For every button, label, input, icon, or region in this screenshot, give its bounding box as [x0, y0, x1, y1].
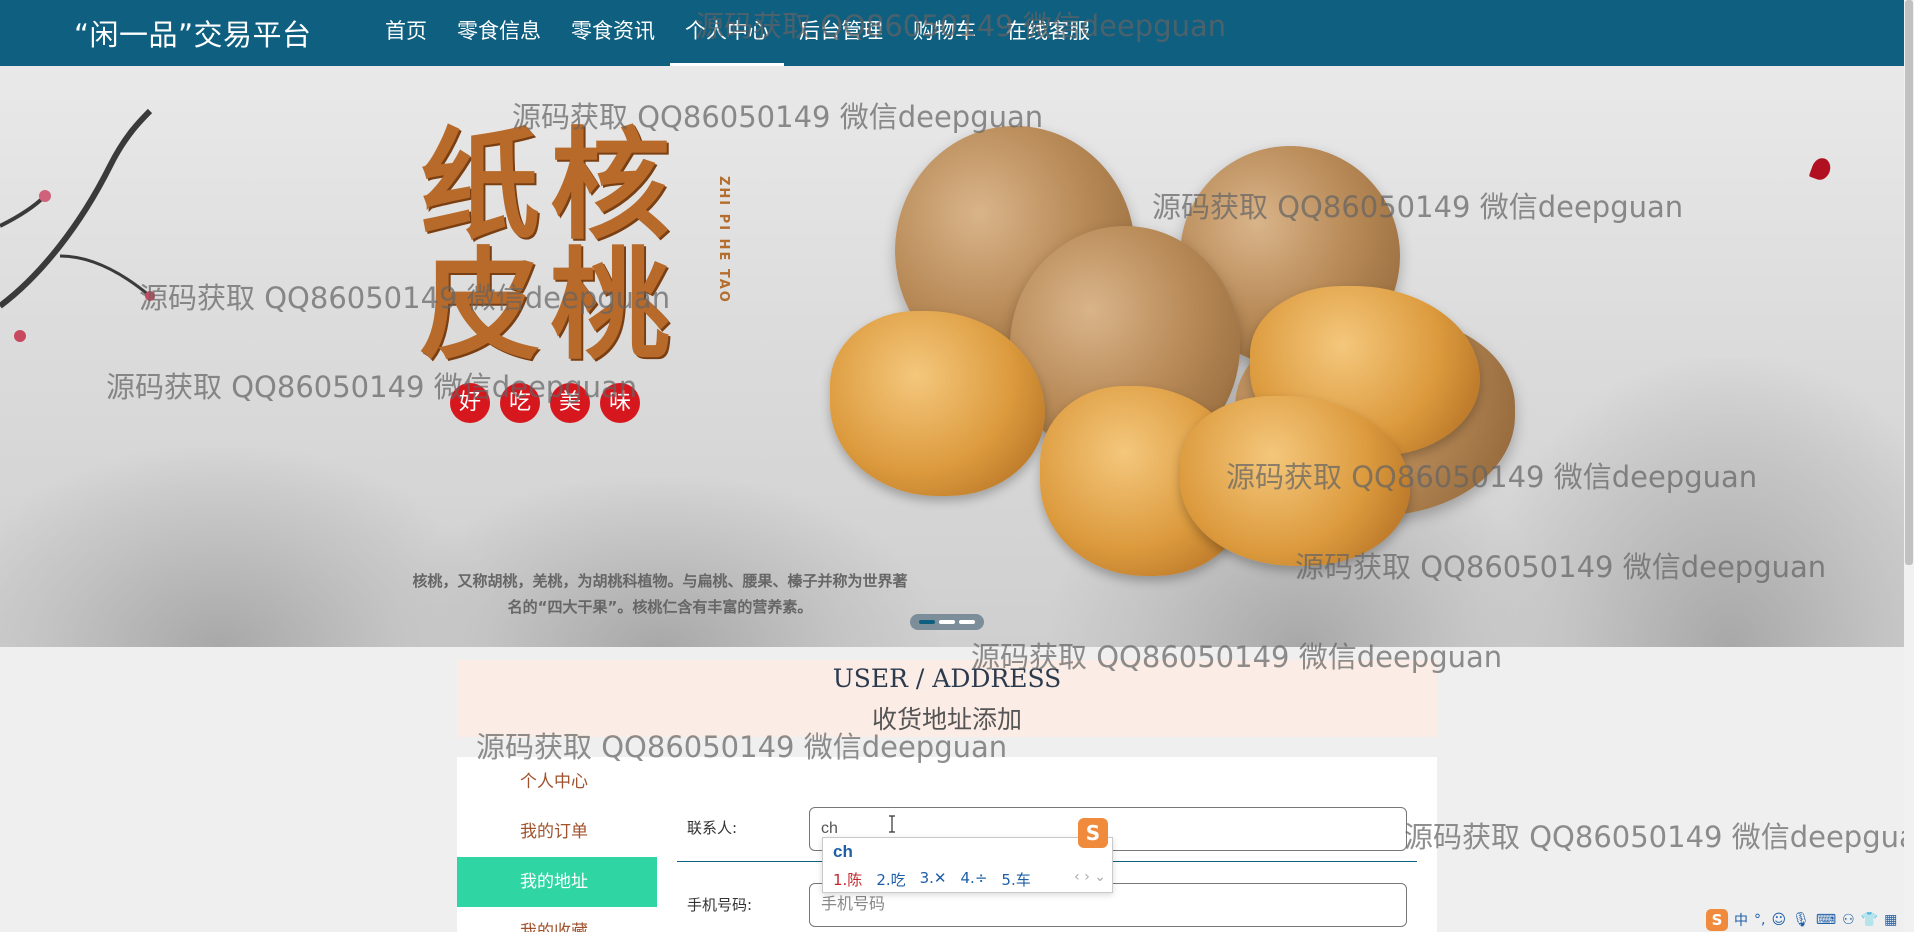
nav-home[interactable]: 首页: [370, 0, 442, 66]
section-title-cn: 收货地址添加: [871, 705, 1022, 734]
sidebar-item-my-address[interactable]: 我的地址: [457, 857, 657, 907]
taste-badge: 好: [450, 383, 490, 423]
punctuation-icon[interactable]: °,: [1754, 912, 1765, 928]
title-char: 皮: [420, 235, 540, 376]
carousel-dot[interactable]: [959, 620, 975, 624]
ime-candidate[interactable]: 4.÷: [961, 869, 988, 890]
microphone-icon[interactable]: 🎙: [1792, 912, 1810, 928]
contact-label: 联系人:: [687, 819, 738, 837]
plum-branch-illustration: [0, 108, 155, 342]
nav-admin[interactable]: 后台管理: [784, 0, 898, 66]
nav-online-service[interactable]: 在线客服: [991, 0, 1105, 66]
sidebar-item-my-favorites[interactable]: 我的收藏: [457, 907, 657, 932]
ime-pinyin-text: ch: [833, 842, 853, 861]
toolbox-icon[interactable]: ▦: [1884, 912, 1897, 928]
skin-icon[interactable]: 👕: [1861, 912, 1878, 928]
top-header: “闲一品”交易平台 首页 零食信息 零食资讯 个人中心 后台管理 购物车 在线客…: [0, 0, 1904, 66]
nav-snack-info[interactable]: 零食信息: [442, 0, 556, 66]
banner-pinyin-text: ZHI PI HE TAO: [716, 176, 731, 304]
user-icon[interactable]: ⚇: [1842, 912, 1855, 928]
taste-badge: 美: [550, 383, 590, 423]
page-scrollbar[interactable]: [1904, 0, 1914, 932]
ime-page-arrows-icon[interactable]: ‹ › ⌄: [1074, 869, 1106, 885]
hero-banner[interactable]: 纸 核 皮 桃 ZHI PI HE TAO 好 吃 美 味 核桃，又称胡桃，羌桃…: [0, 66, 1904, 647]
ime-status-bar: S 中 °, ☺ 🎙 ⌨ ⚇ 👕 ▦: [1706, 908, 1902, 932]
title-char: 核: [550, 115, 670, 256]
taste-badge: 吃: [500, 383, 540, 423]
watermark-text: 源码获取 QQ86050149 微信deepguan: [1404, 820, 1914, 854]
banner-taste-badges: 好 吃 美 味: [450, 383, 640, 423]
title-char: 桃: [550, 235, 670, 376]
mountain-shape: [380, 477, 940, 647]
sidebar-item-my-orders[interactable]: 我的订单: [457, 807, 657, 857]
keyboard-icon[interactable]: ⌨: [1816, 912, 1836, 928]
carousel-dot[interactable]: [939, 620, 955, 624]
sidebar-item-personal-center[interactable]: 个人中心: [457, 757, 657, 807]
ime-candidates: 1.陈 2.吃 3.✕ 4.÷ 5.车: [833, 869, 1031, 890]
phone-label: 手机号码:: [687, 896, 753, 914]
sogou-ime-icon: S: [1078, 818, 1108, 848]
ime-candidate[interactable]: 2.吃: [876, 869, 905, 890]
nav-snack-news[interactable]: 零食资讯: [556, 0, 670, 66]
nav-personal-center[interactable]: 个人中心: [670, 0, 784, 66]
banner-description: 核桃，又称胡桃，羌桃，为胡桃科植物。与扁桃、腰果、榛子并称为世界著名的“四大干果…: [412, 572, 908, 616]
ime-candidate[interactable]: 5.车: [1001, 869, 1030, 890]
title-char: 纸: [420, 115, 540, 256]
taste-badge: 味: [600, 383, 640, 423]
carousel-indicators: [910, 614, 984, 630]
carousel-dot[interactable]: [919, 620, 935, 624]
banner-title-art: 纸 核 皮 桃: [400, 116, 740, 416]
mountain-shape: [1480, 357, 1904, 647]
emoji-icon[interactable]: ☺: [1771, 912, 1786, 928]
main-nav: 首页 零食信息 零食资讯 个人中心 后台管理 购物车 在线客服: [370, 0, 1105, 66]
ime-candidate[interactable]: 1.陈: [833, 869, 862, 890]
scrollbar-thumb[interactable]: [1905, 0, 1913, 565]
nav-cart[interactable]: 购物车: [898, 0, 991, 66]
site-brand[interactable]: “闲一品”交易平台: [74, 12, 312, 54]
section-title-en: USER / ADDRESS: [832, 664, 1062, 693]
red-seal-mark: [1808, 155, 1834, 183]
sogou-ime-icon[interactable]: S: [1706, 909, 1728, 931]
ime-mode-indicator[interactable]: 中: [1734, 910, 1748, 930]
text-cursor-icon: [889, 815, 895, 833]
section-heading: USER / ADDRESS 收货地址添加: [457, 660, 1437, 737]
ime-candidate-popup: S ch 1.陈 2.吃 3.✕ 4.÷ 5.车 ‹ › ⌄: [822, 818, 1113, 893]
ime-candidate[interactable]: 3.✕: [920, 869, 947, 890]
